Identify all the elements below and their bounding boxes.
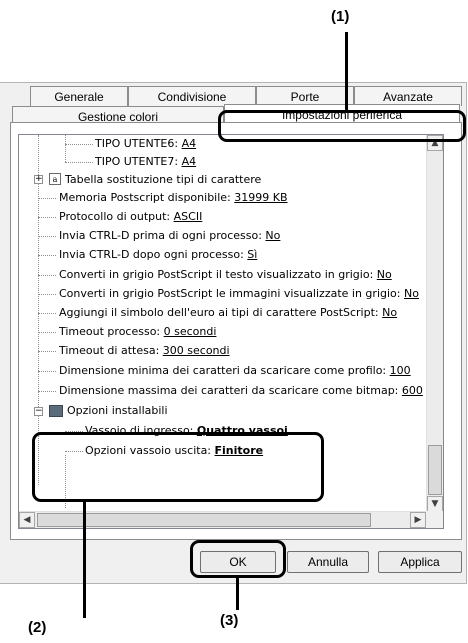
item-value[interactable]: 100 xyxy=(390,364,411,377)
item-label: Converti in grigio PostScript il testo v… xyxy=(59,268,377,281)
tab-condivisione[interactable]: Condivisione xyxy=(128,86,256,106)
tree-connector xyxy=(38,275,56,276)
item-label: Memoria Postscript disponibile: xyxy=(59,191,235,204)
vertical-scrollbar[interactable]: ▲ ▼ xyxy=(426,135,443,512)
tree-connector xyxy=(38,351,56,352)
tree-item-wait-timeout[interactable]: Timeout di attesa: 300 secondi xyxy=(59,342,230,360)
tree-item-min-font[interactable]: Dimensione minima dei caratteri da scari… xyxy=(59,362,411,380)
tree-connector xyxy=(38,294,56,295)
item-value[interactable]: No xyxy=(377,268,392,281)
tree-item-output-protocol[interactable]: Protocollo di output: ASCII xyxy=(59,208,202,226)
item-value[interactable]: A4 xyxy=(182,155,197,168)
tree-item-installable-options[interactable]: Opzioni installabili xyxy=(67,402,168,420)
tab-avanzate[interactable]: Avanzate xyxy=(354,86,462,106)
item-value[interactable]: ASCII xyxy=(174,210,203,223)
item-label: Converti in grigio PostScript le immagin… xyxy=(59,287,404,300)
tree-connector xyxy=(38,391,56,392)
callout-1: (1) xyxy=(331,8,350,25)
highlight-box-1 xyxy=(218,110,466,142)
item-label: Opzioni installabili xyxy=(67,404,168,417)
item-value[interactable]: No xyxy=(265,229,280,242)
item-label: Invia CTRL-D prima di ogni processo: xyxy=(59,229,266,242)
tab-porte[interactable]: Porte xyxy=(256,86,354,106)
tree-connector xyxy=(38,236,56,237)
tree-item-ps-memory[interactable]: Memoria Postscript disponibile: 31999 KB xyxy=(59,189,288,207)
printer-properties-dialog: Generale Condivisione Porte Avanzate Ges… xyxy=(0,74,468,584)
scroll-right-icon[interactable]: ▶ xyxy=(410,512,426,528)
item-value[interactable]: 600 xyxy=(402,384,423,397)
installable-options-icon xyxy=(49,405,63,417)
horizontal-scrollbar[interactable]: ◀ ▶ xyxy=(19,511,426,528)
scroll-down-icon[interactable]: ▼ xyxy=(427,496,443,512)
tree-connector xyxy=(65,162,93,163)
tree-connector xyxy=(65,135,66,162)
item-label: TIPO UTENTE7: xyxy=(95,155,182,168)
item-value[interactable]: 0 secondi xyxy=(164,325,217,338)
tree-connector xyxy=(38,217,56,218)
item-label: Dimensione massima dei caratteri da scar… xyxy=(59,384,402,397)
item-value[interactable]: No xyxy=(382,306,397,319)
horizontal-scroll-thumb[interactable] xyxy=(37,513,371,527)
item-value[interactable]: Sì xyxy=(247,248,257,261)
item-value[interactable]: A4 xyxy=(182,137,197,150)
tree-item-job-timeout[interactable]: Timeout processo: 0 secondi xyxy=(59,323,216,341)
tree-connector xyxy=(38,313,56,314)
item-value[interactable]: 31999 KB xyxy=(234,191,287,204)
callout-2: (2) xyxy=(28,619,47,636)
tree-item-ctrl-d-after[interactable]: Invia CTRL-D dopo ogni processo: Sì xyxy=(59,246,257,264)
item-value[interactable]: No xyxy=(404,287,419,300)
leader-line-3 xyxy=(236,576,239,610)
tree-item-euro-symbol[interactable]: Aggiungi il simbolo dell'euro ai tipi di… xyxy=(59,304,397,322)
tree-connector xyxy=(38,332,56,333)
tree-item-ctrl-d-before[interactable]: Invia CTRL-D prima di ogni processo: No xyxy=(59,227,280,245)
tree-item-font-table[interactable]: Tabella sostituzione tipi di carattere xyxy=(65,171,261,189)
vertical-scroll-thumb[interactable] xyxy=(428,445,442,495)
tab-generale[interactable]: Generale xyxy=(30,86,128,106)
item-label: Protocollo di output: xyxy=(59,210,174,223)
item-label: Tabella sostituzione tipi di carattere xyxy=(65,173,262,186)
tree-item-user-type6[interactable]: TIPO UTENTE6: A4 xyxy=(95,135,196,153)
highlight-box-3 xyxy=(190,540,286,578)
tree-item-gray-text[interactable]: Converti in grigio PostScript il testo v… xyxy=(59,266,392,284)
tree-item-user-type7[interactable]: TIPO UTENTE7: A4 xyxy=(95,153,196,171)
tree-connector xyxy=(38,198,56,199)
highlight-box-2 xyxy=(32,432,324,502)
tree-connector xyxy=(65,144,93,145)
item-label: Dimensione minima dei caratteri da scari… xyxy=(59,364,390,377)
scroll-left-icon[interactable]: ◀ xyxy=(19,512,35,528)
tree-item-max-font[interactable]: Dimensione massima dei caratteri da scar… xyxy=(59,382,423,400)
item-label: TIPO UTENTE6: xyxy=(95,137,182,150)
tree-connector xyxy=(38,255,56,256)
item-label: Aggiungi il simbolo dell'euro ai tipi di… xyxy=(59,306,383,319)
cancel-button[interactable]: Annulla xyxy=(287,551,369,573)
leader-line-2 xyxy=(83,500,86,618)
leader-line-1 xyxy=(345,32,348,112)
collapse-icon[interactable]: − xyxy=(34,407,43,416)
item-label: Timeout di attesa: xyxy=(59,344,163,357)
font-table-icon: a xyxy=(49,173,61,185)
item-label: Invia CTRL-D dopo ogni processo: xyxy=(59,248,248,261)
scroll-corner xyxy=(426,511,443,528)
tree-connector xyxy=(38,371,56,372)
expand-icon[interactable]: + xyxy=(34,175,43,184)
callout-3: (3) xyxy=(220,612,239,629)
tree-item-gray-images[interactable]: Converti in grigio PostScript le immagin… xyxy=(59,285,419,303)
item-value[interactable]: 300 secondi xyxy=(163,344,230,357)
item-label: Timeout processo: xyxy=(59,325,164,338)
apply-button[interactable]: Applica xyxy=(378,551,462,573)
